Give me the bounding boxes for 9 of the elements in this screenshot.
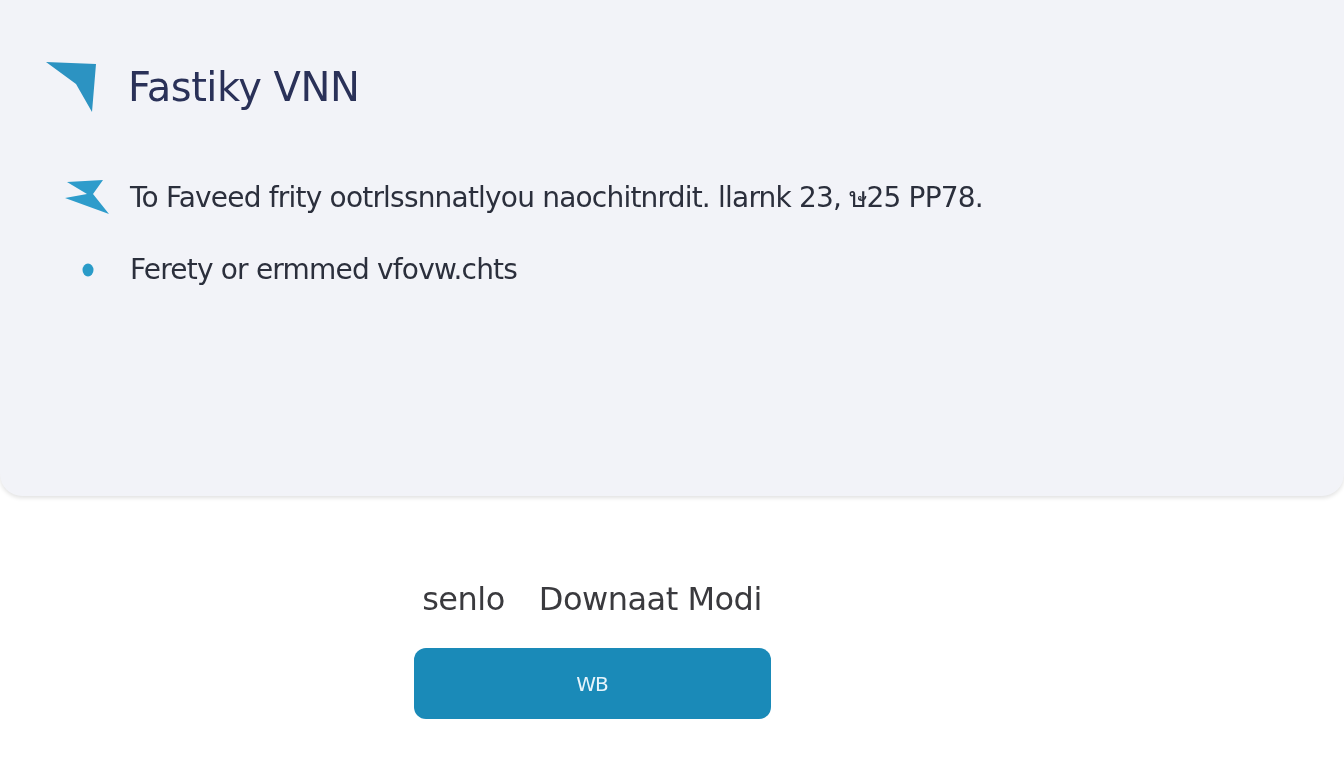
logo-icon (46, 62, 98, 112)
arrow-icon (65, 177, 111, 216)
feature-text: To Faveed frity ootrlssnnatlyou naochitnrdit. llarnk 23, ษ25 PP78. (130, 179, 983, 216)
download-caption: Downaat Modi (538, 580, 762, 618)
download-button[interactable]: WB (413, 648, 771, 719)
caption-text: senlo (422, 580, 505, 618)
feature-text: Ferety or ermmed vfovw.chts (130, 253, 518, 286)
app-title: Fastiky VNN (128, 64, 360, 110)
dot-icon (82, 262, 94, 277)
